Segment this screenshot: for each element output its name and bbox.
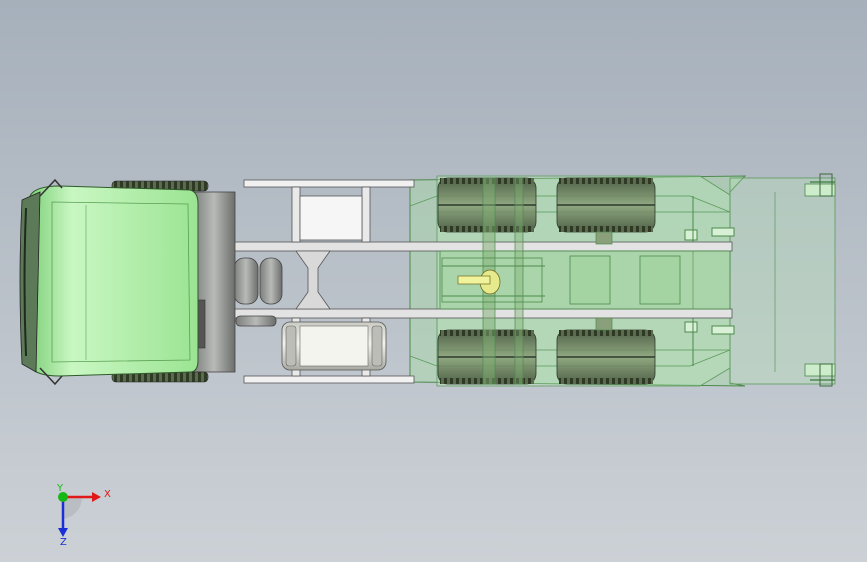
cad-viewport[interactable]: X Y Z bbox=[0, 0, 867, 562]
triad-z-arrow-icon bbox=[58, 528, 68, 537]
triad-x-arrow-icon bbox=[92, 492, 101, 502]
triad-x-label: X bbox=[104, 489, 111, 500]
triad-z-label: Z bbox=[60, 537, 67, 548]
triad-y-label: Y bbox=[56, 483, 64, 494]
orientation-triad[interactable]: X Y Z bbox=[0, 0, 867, 562]
